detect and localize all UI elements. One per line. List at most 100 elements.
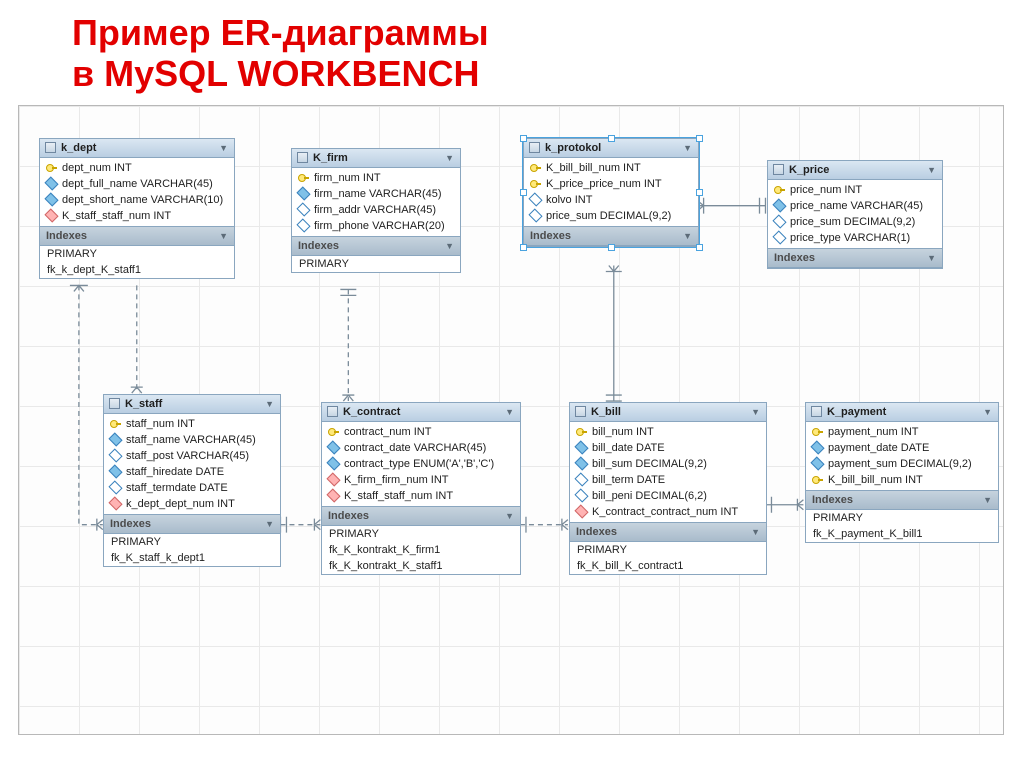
collapse-icon[interactable]: ▼ bbox=[751, 527, 760, 537]
column-row[interactable]: K_price_price_num INT bbox=[524, 176, 698, 192]
collapse-icon[interactable]: ▼ bbox=[445, 241, 454, 251]
collapse-icon[interactable]: ▼ bbox=[505, 407, 514, 417]
indexes-section[interactable]: Indexes▼ bbox=[40, 226, 234, 246]
table-k-contract[interactable]: K_contract▼ contract_num INTcontract_date… bbox=[321, 402, 521, 575]
collapse-icon[interactable]: ▼ bbox=[983, 495, 992, 505]
collapse-icon[interactable]: ▼ bbox=[445, 153, 454, 163]
column-row[interactable]: firm_name VARCHAR(45) bbox=[292, 186, 460, 202]
column-row[interactable]: contract_date VARCHAR(45) bbox=[322, 440, 520, 456]
indexes-section[interactable]: Indexes▼ bbox=[322, 506, 520, 526]
indexes-section[interactable]: Indexes▼ bbox=[806, 490, 998, 510]
collapse-icon[interactable]: ▼ bbox=[219, 231, 228, 241]
table-k-dept[interactable]: k_dept▼ dept_num INTdept_full_name VARCHA… bbox=[39, 138, 235, 279]
selection-handle[interactable] bbox=[696, 244, 703, 251]
table-header[interactable]: K_firm▼ bbox=[292, 149, 460, 168]
column-row[interactable]: K_staff_staff_num INT bbox=[322, 488, 520, 504]
index-row[interactable]: PRIMARY bbox=[806, 510, 998, 526]
column-row[interactable]: contract_num INT bbox=[322, 424, 520, 440]
index-row[interactable]: PRIMARY bbox=[570, 542, 766, 558]
table-k-staff[interactable]: K_staff▼ staff_num INTstaff_name VARCHAR(… bbox=[103, 394, 281, 567]
index-row[interactable]: fk_K_kontrakt_K_firm1 bbox=[322, 542, 520, 558]
column-row[interactable]: K_bill_bill_num INT bbox=[806, 472, 998, 488]
column-row[interactable]: price_type VARCHAR(1) bbox=[768, 230, 942, 246]
column-row[interactable]: bill_num INT bbox=[570, 424, 766, 440]
column-row[interactable]: firm_num INT bbox=[292, 170, 460, 186]
index-row[interactable]: PRIMARY bbox=[40, 246, 234, 262]
index-row[interactable]: fk_K_bill_K_contract1 bbox=[570, 558, 766, 574]
column-label: price_name VARCHAR(45) bbox=[790, 200, 923, 212]
column-row[interactable]: K_bill_bill_num INT bbox=[524, 160, 698, 176]
table-header[interactable]: K_staff▼ bbox=[104, 395, 280, 414]
column-row[interactable]: staff_post VARCHAR(45) bbox=[104, 448, 280, 464]
index-row[interactable]: fk_K_payment_K_bill1 bbox=[806, 526, 998, 542]
selection-handle[interactable] bbox=[696, 135, 703, 142]
index-row[interactable]: fk_K_kontrakt_K_staff1 bbox=[322, 558, 520, 574]
collapse-icon[interactable]: ▼ bbox=[505, 511, 514, 521]
collapse-icon[interactable]: ▼ bbox=[219, 143, 228, 153]
column-row[interactable]: bill_sum DECIMAL(9,2) bbox=[570, 456, 766, 472]
table-k-protokol[interactable]: k_protokol▼K_bill_bill_num INTK_price_pr… bbox=[523, 138, 699, 247]
column-row[interactable]: payment_date DATE bbox=[806, 440, 998, 456]
index-row[interactable]: PRIMARY bbox=[322, 526, 520, 542]
indexes-section[interactable]: Indexes▼ bbox=[104, 514, 280, 534]
column-row[interactable]: price_num INT bbox=[768, 182, 942, 198]
column-label: K_staff_staff_num INT bbox=[62, 210, 171, 222]
table-k-payment[interactable]: K_payment▼ payment_num INTpayment_date DA… bbox=[805, 402, 999, 543]
table-k-firm[interactable]: K_firm▼ firm_num INTfirm_name VARCHAR(45)… bbox=[291, 148, 461, 273]
collapse-icon[interactable]: ▼ bbox=[683, 231, 692, 241]
column-row[interactable]: dept_full_name VARCHAR(45) bbox=[40, 176, 234, 192]
collapse-icon[interactable]: ▼ bbox=[683, 143, 692, 153]
indexes-section[interactable]: Indexes▼ bbox=[524, 226, 698, 246]
column-row[interactable]: firm_phone VARCHAR(20) bbox=[292, 218, 460, 234]
column-row[interactable]: dept_num INT bbox=[40, 160, 234, 176]
column-row[interactable]: bill_peni DECIMAL(6,2) bbox=[570, 488, 766, 504]
collapse-icon[interactable]: ▼ bbox=[927, 253, 936, 263]
index-row[interactable]: PRIMARY bbox=[292, 256, 460, 272]
selection-handle[interactable] bbox=[520, 189, 527, 196]
diamond-hollow-icon bbox=[772, 231, 786, 245]
column-row[interactable]: price_sum DECIMAL(9,2) bbox=[524, 208, 698, 224]
index-row[interactable]: fk_K_staff_k_dept1 bbox=[104, 550, 280, 566]
collapse-icon[interactable]: ▼ bbox=[265, 519, 274, 529]
column-row[interactable]: price_sum DECIMAL(9,2) bbox=[768, 214, 942, 230]
column-row[interactable]: staff_hiredate DATE bbox=[104, 464, 280, 480]
column-row[interactable]: kolvo INT bbox=[524, 192, 698, 208]
column-row[interactable]: staff_name VARCHAR(45) bbox=[104, 432, 280, 448]
column-row[interactable]: K_firm_firm_num INT bbox=[322, 472, 520, 488]
indexes-section[interactable]: Indexes▼ bbox=[768, 248, 942, 268]
column-row[interactable]: K_contract_contract_num INT bbox=[570, 504, 766, 520]
table-header[interactable]: K_payment▼ bbox=[806, 403, 998, 422]
column-row[interactable]: staff_num INT bbox=[104, 416, 280, 432]
column-row[interactable]: bill_term DATE bbox=[570, 472, 766, 488]
table-k-price[interactable]: K_price▼ price_num INT price_name VARCHAR(… bbox=[767, 160, 943, 269]
selection-handle[interactable] bbox=[520, 244, 527, 251]
selection-handle[interactable] bbox=[608, 135, 615, 142]
table-header[interactable]: K_bill▼ bbox=[570, 403, 766, 422]
table-header[interactable]: k_dept▼ bbox=[40, 139, 234, 158]
collapse-icon[interactable]: ▼ bbox=[927, 165, 936, 175]
collapse-icon[interactable]: ▼ bbox=[983, 407, 992, 417]
selection-handle[interactable] bbox=[696, 189, 703, 196]
selection-handle[interactable] bbox=[520, 135, 527, 142]
selection-handle[interactable] bbox=[608, 244, 615, 251]
column-row[interactable]: staff_termdate DATE bbox=[104, 480, 280, 496]
column-row[interactable]: dept_short_name VARCHAR(10) bbox=[40, 192, 234, 208]
table-header[interactable]: K_contract▼ bbox=[322, 403, 520, 422]
column-row[interactable]: contract_type ENUM('A','B','C') bbox=[322, 456, 520, 472]
collapse-icon[interactable]: ▼ bbox=[751, 407, 760, 417]
table-k-bill[interactable]: K_bill▼ bill_num INTbill_date DATEbill_su… bbox=[569, 402, 767, 575]
column-row[interactable]: price_name VARCHAR(45) bbox=[768, 198, 942, 214]
column-row[interactable]: K_staff_staff_num INT bbox=[40, 208, 234, 224]
column-row[interactable]: payment_sum DECIMAL(9,2) bbox=[806, 456, 998, 472]
column-row[interactable]: payment_num INT bbox=[806, 424, 998, 440]
column-row[interactable]: k_dept_dept_num INT bbox=[104, 496, 280, 512]
table-header[interactable]: K_price▼ bbox=[768, 161, 942, 180]
index-row[interactable]: PRIMARY bbox=[104, 534, 280, 550]
column-row[interactable]: bill_date DATE bbox=[570, 440, 766, 456]
indexes-section[interactable]: Indexes▼ bbox=[570, 522, 766, 542]
collapse-icon[interactable]: ▼ bbox=[265, 399, 274, 409]
index-row[interactable]: fk_k_dept_K_staff1 bbox=[40, 262, 234, 278]
column-row[interactable]: firm_addr VARCHAR(45) bbox=[292, 202, 460, 218]
er-canvas[interactable]: k_dept▼ dept_num INTdept_full_name VARCHA… bbox=[18, 105, 1004, 735]
indexes-section[interactable]: Indexes▼ bbox=[292, 236, 460, 256]
